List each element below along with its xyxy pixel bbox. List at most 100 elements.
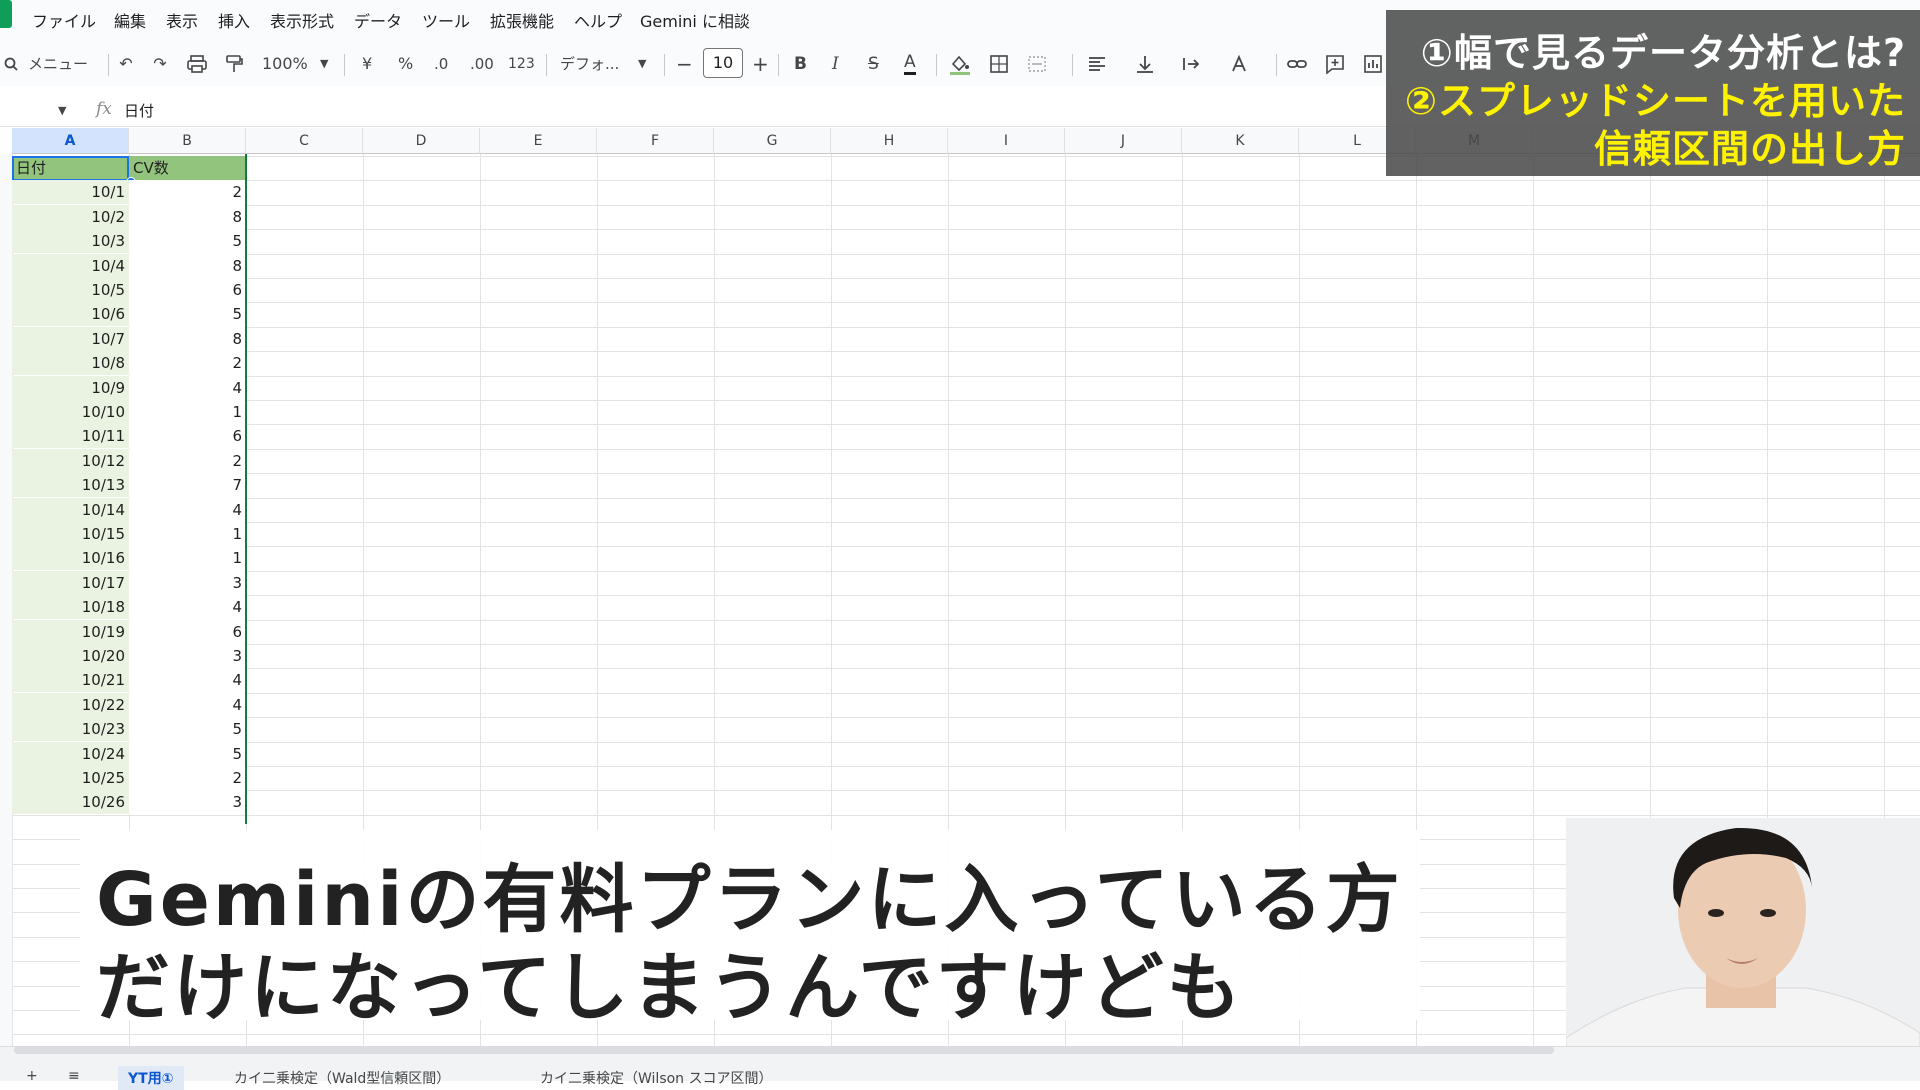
cell-cv-count[interactable]: 8 [129, 254, 246, 278]
column-header-g[interactable]: G [714, 128, 831, 154]
cell-date[interactable]: 10/19 [12, 620, 129, 644]
menu-format[interactable]: 表示形式 [270, 8, 334, 32]
menu-edit[interactable]: 編集 [114, 8, 146, 32]
cell-cv-count[interactable]: 6 [129, 424, 246, 448]
insert-comment-icon[interactable] [1324, 52, 1346, 76]
cell-date[interactable]: 10/17 [12, 571, 129, 595]
cell-date[interactable]: 10/8 [12, 351, 129, 375]
decrease-font-size-button[interactable]: − [676, 52, 693, 76]
menu-file[interactable]: ファイル [32, 8, 96, 32]
cell-date[interactable]: 10/9 [12, 376, 129, 400]
cell-date[interactable]: 10/20 [12, 644, 129, 668]
font-select[interactable]: デフォ... [560, 52, 619, 76]
name-box-chevron-down-icon[interactable]: ▼ [58, 104, 66, 117]
column-header-d[interactable]: D [363, 128, 480, 154]
cell-cv-count[interactable]: 5 [129, 742, 246, 766]
column-header-c[interactable]: C [246, 128, 363, 154]
cell-cv-count[interactable]: 5 [129, 717, 246, 741]
menu-view[interactable]: 表示 [166, 8, 198, 32]
cell-cv-count[interactable]: 5 [129, 302, 246, 326]
text-color-button[interactable]: A [904, 52, 916, 75]
cell-cv-count[interactable]: 2 [129, 766, 246, 790]
undo-icon[interactable]: ↶ [116, 52, 136, 76]
cell-b1[interactable]: CV数 [129, 156, 246, 180]
print-icon[interactable] [186, 52, 208, 76]
cell-date[interactable]: 10/7 [12, 327, 129, 351]
cell-cv-count[interactable]: 2 [129, 449, 246, 473]
cell-date[interactable]: 10/21 [12, 668, 129, 692]
sheets-logo-icon[interactable] [0, 0, 12, 28]
cell-date[interactable]: 10/25 [12, 766, 129, 790]
column-header-f[interactable]: F [597, 128, 714, 154]
number-format-button[interactable]: 123 [508, 52, 535, 76]
cell-date[interactable]: 10/6 [12, 302, 129, 326]
cell-date[interactable]: 10/22 [12, 693, 129, 717]
strikethrough-button[interactable]: S [868, 52, 879, 76]
increase-font-size-button[interactable]: + [752, 52, 769, 76]
cell-cv-count[interactable]: 7 [129, 473, 246, 497]
formula-input[interactable]: 日付 [124, 100, 154, 121]
menu-help[interactable]: ヘルプ [574, 8, 622, 32]
menu-data[interactable]: データ [354, 8, 402, 32]
cell-cv-count[interactable]: 8 [129, 327, 246, 351]
align-left-icon[interactable] [1086, 52, 1108, 76]
cell-date[interactable]: 10/12 [12, 449, 129, 473]
column-header-b[interactable]: B [129, 128, 246, 154]
cell-cv-count[interactable]: 4 [129, 376, 246, 400]
text-rotation-icon[interactable] [1228, 52, 1250, 76]
cell-date[interactable]: 10/14 [12, 498, 129, 522]
paint-format-icon[interactable] [224, 52, 244, 76]
column-header-a[interactable]: A [12, 128, 129, 154]
cell-cv-count[interactable]: 6 [129, 278, 246, 302]
decrease-decimal-button[interactable]: .0 [434, 52, 448, 76]
cell-cv-count[interactable]: 4 [129, 668, 246, 692]
cell-date[interactable]: 10/24 [12, 742, 129, 766]
sheet-tab-wilson[interactable]: カイ二乗検定（Wilson スコア区間） [540, 1068, 773, 1088]
cell-cv-count[interactable]: 6 [129, 620, 246, 644]
borders-icon[interactable] [988, 52, 1010, 76]
cell-date[interactable]: 10/13 [12, 473, 129, 497]
insert-chart-icon[interactable] [1362, 52, 1384, 76]
cell-date[interactable]: 10/5 [12, 278, 129, 302]
cell-cv-count[interactable]: 1 [129, 522, 246, 546]
menu-tools[interactable]: ツール [422, 8, 470, 32]
cell-cv-count[interactable]: 4 [129, 498, 246, 522]
cell-cv-count[interactable]: 3 [129, 644, 246, 668]
cell-cv-count[interactable]: 3 [129, 571, 246, 595]
cell-date[interactable]: 10/18 [12, 595, 129, 619]
font-size-input[interactable]: 10 [703, 48, 743, 78]
column-header-h[interactable]: H [831, 128, 948, 154]
sheet-tab-wald[interactable]: カイ二乗検定（Wald型信頼区間） [234, 1068, 450, 1088]
cell-date[interactable]: 10/10 [12, 400, 129, 424]
cell-date[interactable]: 10/15 [12, 522, 129, 546]
cell-cv-count[interactable]: 1 [129, 400, 246, 424]
cell-date[interactable]: 10/4 [12, 254, 129, 278]
horizontal-scrollbar[interactable] [14, 1046, 1554, 1054]
menu-ask-gemini[interactable]: Gemini に相談 [640, 8, 750, 32]
cell-date[interactable]: 10/11 [12, 424, 129, 448]
bold-button[interactable]: B [794, 52, 807, 76]
chevron-down-icon[interactable]: ▼ [320, 52, 328, 76]
text-wrap-icon[interactable] [1180, 52, 1202, 76]
all-sheets-button[interactable]: ≡ [68, 1068, 80, 1084]
cell-cv-count[interactable]: 4 [129, 693, 246, 717]
cell-cv-count[interactable]: 2 [129, 351, 246, 375]
italic-button[interactable]: I [832, 52, 839, 76]
fill-color-icon[interactable] [948, 52, 970, 76]
cell-cv-count[interactable]: 5 [129, 229, 246, 253]
cell-date[interactable]: 10/1 [12, 180, 129, 204]
add-sheet-button[interactable]: + [26, 1068, 38, 1084]
menu-extensions[interactable]: 拡張機能 [490, 8, 554, 32]
currency-format-button[interactable]: ¥ [362, 52, 372, 76]
zoom-select[interactable]: 100% [262, 52, 308, 76]
cell-date[interactable]: 10/2 [12, 205, 129, 229]
cell-date[interactable]: 10/16 [12, 546, 129, 570]
cell-cv-count[interactable]: 2 [129, 180, 246, 204]
column-header-i[interactable]: I [948, 128, 1065, 154]
cell-cv-count[interactable]: 8 [129, 205, 246, 229]
cell-cv-count[interactable]: 1 [129, 546, 246, 570]
cell-date[interactable]: 10/23 [12, 717, 129, 741]
percent-format-button[interactable]: % [398, 52, 413, 76]
cell-date[interactable]: 10/26 [12, 790, 129, 814]
cell-date[interactable]: 10/3 [12, 229, 129, 253]
